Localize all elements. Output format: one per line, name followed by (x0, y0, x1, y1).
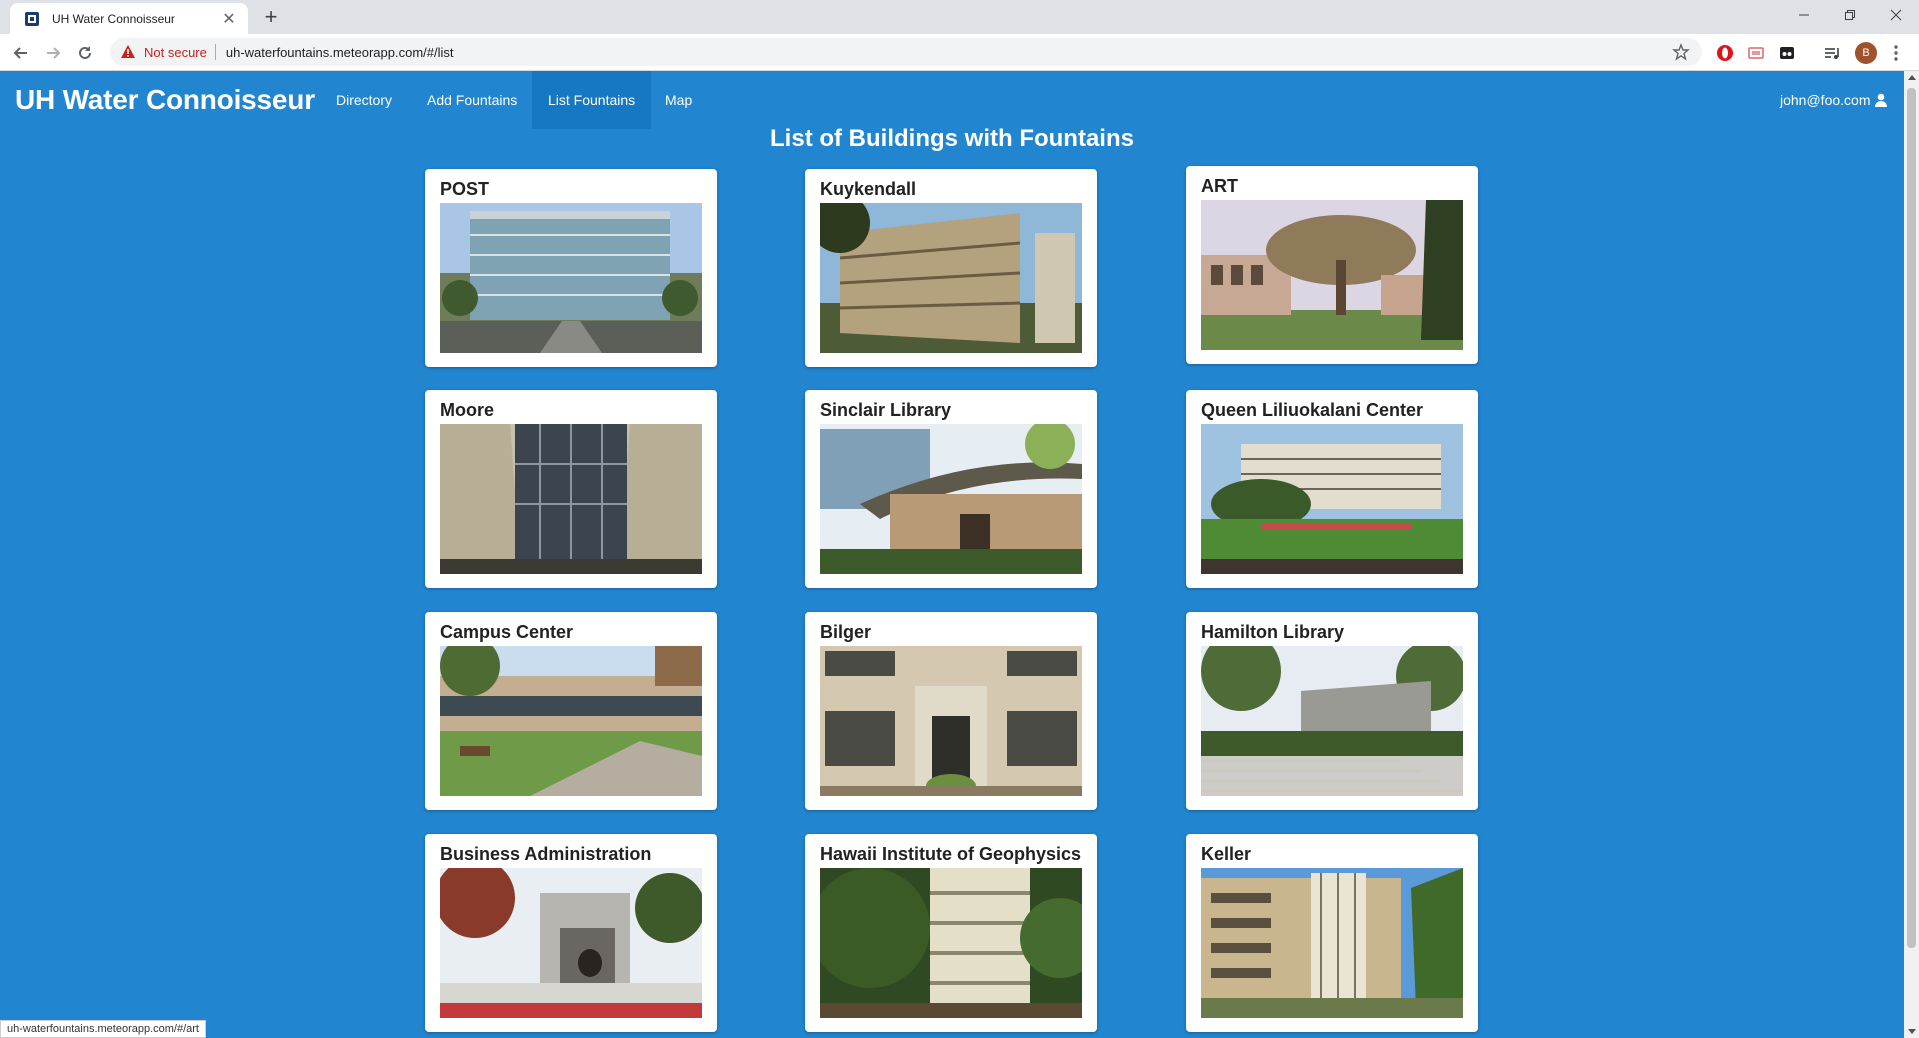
building-photo-sinclair-library (820, 424, 1082, 574)
building-photo-kuykendall (820, 203, 1082, 353)
cast-extension-icon[interactable] (1746, 43, 1766, 63)
building-name: ART (1201, 176, 1238, 196)
tab-title: UH Water Connoisseur (52, 11, 175, 26)
site-favicon-icon (25, 11, 39, 26)
building-name: Bilger (820, 622, 872, 642)
building-card-post[interactable]: POST (425, 169, 717, 367)
page-title: List of Buildings with Fountains (770, 125, 1134, 152)
back-icon[interactable] (8, 40, 34, 66)
browser-tab-strip: UH Water Connoisseur ✕ + (0, 0, 1919, 34)
building-name: Hamilton Library (1201, 622, 1345, 642)
building-name: Queen Liliuokalani Center (1201, 400, 1424, 420)
reload-icon[interactable] (72, 40, 98, 66)
building-name: Campus Center (440, 622, 574, 642)
app-navbar: UH Water Connoisseur Directory Add Fount… (0, 71, 1904, 129)
building-card-sinclair-library[interactable]: Sinclair Library (805, 390, 1097, 588)
building-card-moore[interactable]: Moore (425, 390, 717, 588)
scroll-up-arrow-icon[interactable] (1908, 75, 1916, 80)
forward-icon[interactable] (40, 40, 66, 66)
building-name: Moore (440, 400, 494, 420)
building-photo-bilger (820, 646, 1082, 796)
user-email: john@foo.com (1780, 92, 1871, 108)
brand-title[interactable]: UH Water Connoisseur (15, 84, 315, 116)
scroll-down-arrow-icon[interactable] (1908, 1029, 1916, 1034)
building-photo-queen-liliuokalani-center (1201, 424, 1463, 574)
tab-close-icon[interactable]: ✕ (220, 9, 238, 29)
url-text[interactable]: uh-waterfountains.meteorapp.com/#/list (226, 45, 454, 60)
building-card-bilger[interactable]: Bilger (805, 612, 1097, 810)
warning-icon (121, 45, 135, 58)
close-window-icon[interactable] (1873, 0, 1919, 30)
building-card-keller[interactable]: Keller (1186, 834, 1478, 1032)
building-name: Keller (1201, 844, 1252, 864)
building-photo-hawaii-institute-of-geophysics (820, 868, 1082, 1018)
link-status-bar: uh-waterfountains.meteorapp.com/#/art (0, 1020, 206, 1038)
page-scrollbar[interactable] (1904, 71, 1919, 1038)
scroll-thumb[interactable] (1907, 88, 1916, 948)
building-card-business-administration[interactable]: Business Administration (425, 834, 717, 1032)
building-name: Hawaii Institute of Geophysics (820, 844, 1082, 864)
nav-directory[interactable]: Directory (320, 71, 408, 129)
building-card-art[interactable]: ART (1186, 166, 1478, 364)
browser-tab[interactable]: UH Water Connoisseur ✕ (10, 3, 248, 34)
user-menu[interactable]: john@foo.com (1780, 71, 1888, 129)
building-card-hawaii-institute-of-geophysics[interactable]: Hawaii Institute of Geophysics (805, 834, 1097, 1032)
building-card-campus-center[interactable]: Campus Center (425, 612, 717, 810)
browser-toolbar: Not secure uh-waterfountains.meteorapp.c… (0, 34, 1919, 71)
building-photo-art (1201, 200, 1463, 350)
nav-list-fountains[interactable]: List Fountains (532, 71, 652, 129)
building-name: POST (440, 179, 490, 199)
building-card-kuykendall[interactable]: Kuykendall (805, 169, 1097, 367)
address-bar[interactable]: Not secure uh-waterfountains.meteorapp.c… (110, 38, 1702, 66)
building-name: Business Administration (440, 844, 652, 864)
omnibox-divider (214, 44, 216, 60)
bookmark-star-icon[interactable] (1672, 43, 1690, 61)
media-playlist-icon[interactable] (1822, 43, 1842, 63)
building-card-hamilton-library[interactable]: Hamilton Library (1186, 612, 1478, 810)
profile-avatar[interactable]: B (1855, 42, 1877, 64)
building-card-queen-liliuokalani-center[interactable]: Queen Liliuokalani Center (1186, 390, 1478, 588)
minimize-icon[interactable] (1781, 0, 1827, 30)
building-photo-keller (1201, 868, 1463, 1018)
new-tab-icon[interactable]: + (258, 4, 284, 30)
building-photo-post (440, 203, 702, 353)
building-name: Kuykendall (820, 179, 917, 199)
nav-map[interactable]: Map (649, 71, 708, 129)
building-photo-moore (440, 424, 702, 574)
browser-menu-icon[interactable] (1886, 43, 1906, 63)
glasses-extension-icon[interactable] (1777, 43, 1797, 63)
opera-extension-icon[interactable] (1715, 43, 1735, 63)
building-name: Sinclair Library (820, 400, 952, 420)
building-photo-business-administration (440, 868, 702, 1018)
restore-icon[interactable] (1827, 0, 1873, 30)
nav-add-fountains[interactable]: Add Fountains (411, 71, 533, 129)
user-icon (1875, 93, 1888, 107)
building-photo-hamilton-library (1201, 646, 1463, 796)
not-secure-label[interactable]: Not secure (144, 45, 207, 60)
building-photo-campus-center (440, 646, 702, 796)
